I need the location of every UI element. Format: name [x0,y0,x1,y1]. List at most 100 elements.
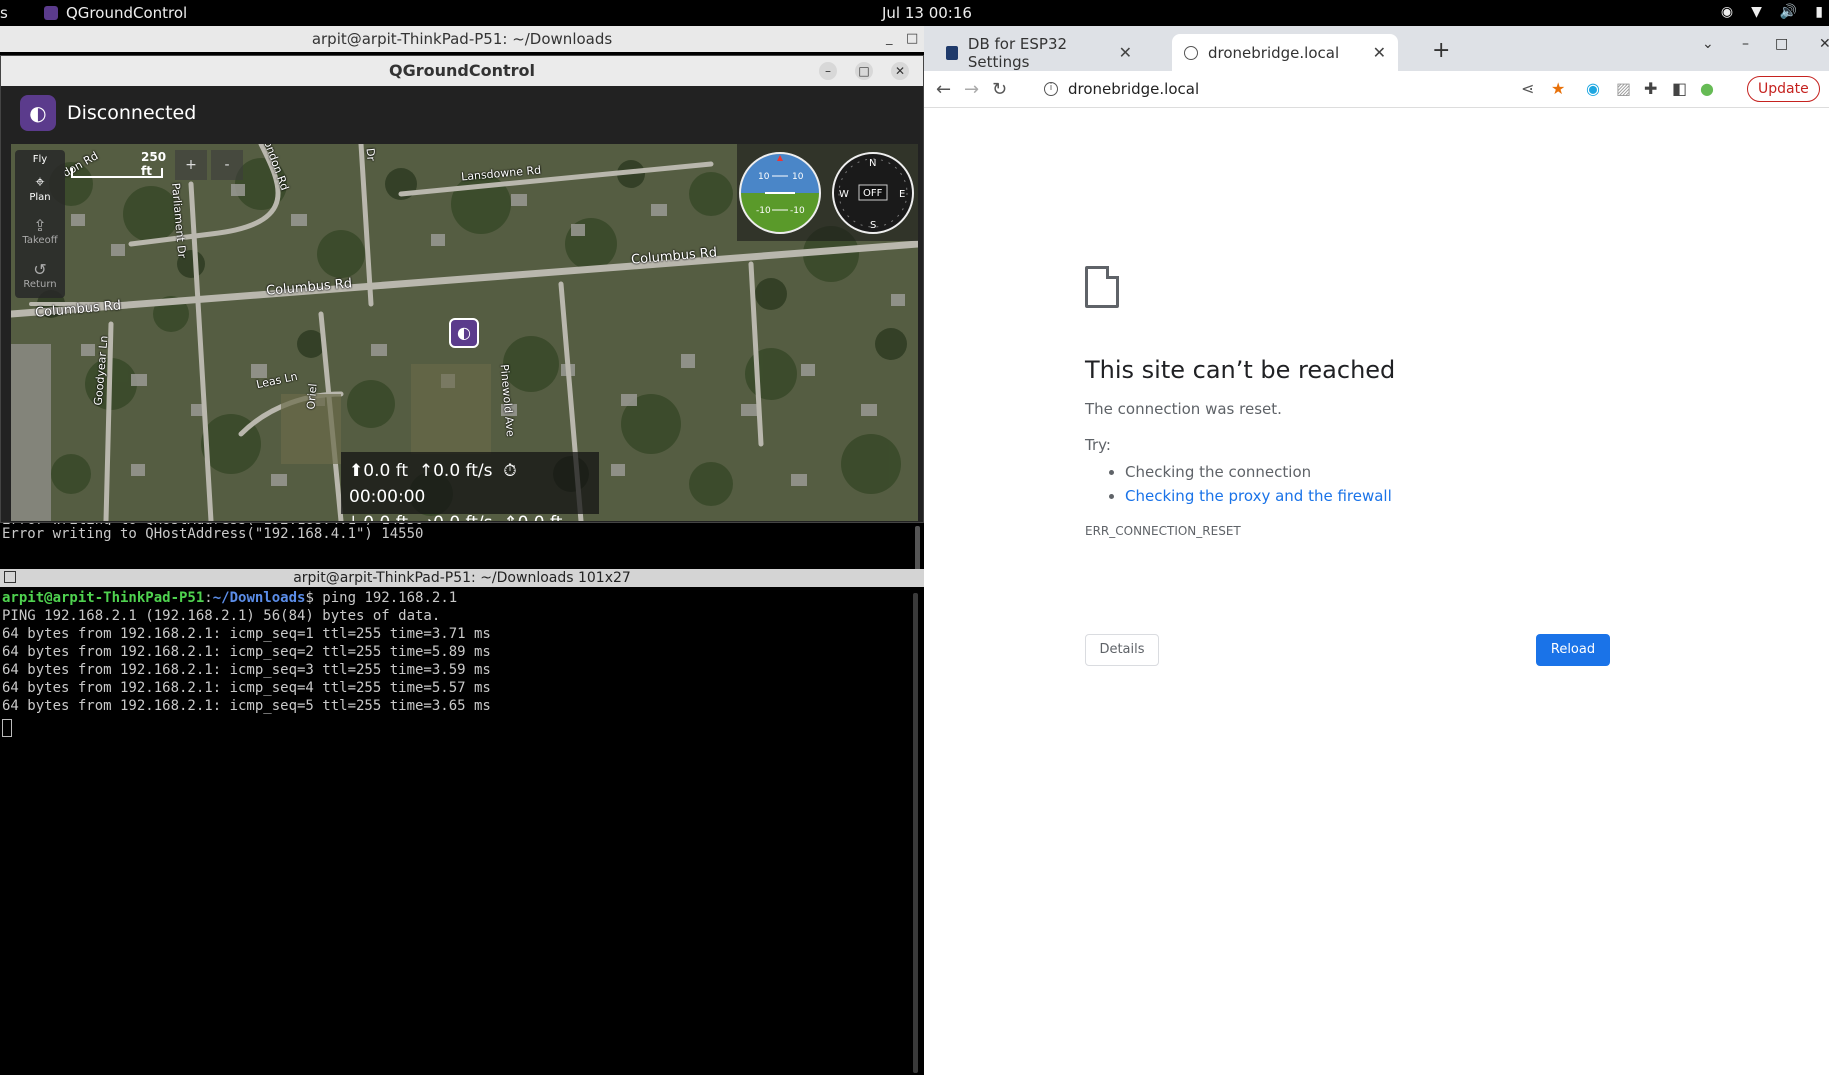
url-text: dronebridge.local [1068,80,1200,98]
error-page: This site can’t be reached The connectio… [1085,266,1685,666]
return-icon: ↺ [33,260,47,279]
terminal-titlebar[interactable]: arpit@arpit-ThinkPad-P51: ~/Downloads _ … [0,26,924,52]
minimize-icon[interactable]: _ [886,26,893,52]
error-message: The connection was reset. [1085,400,1282,418]
qgc-toolbar: ◐ Disconnected [1,86,923,139]
globe-favicon-icon [1184,45,1198,60]
attitude-pitch-label: -10 [790,206,805,216]
suggestion-item: Checking the connection [1125,460,1685,484]
update-button[interactable]: Update [1747,76,1820,102]
extension-icon[interactable]: ◉ [1586,79,1600,98]
zoom-in-button[interactable]: + [175,150,207,180]
side-panel-icon[interactable]: ◧ [1672,79,1687,98]
connection-status[interactable]: Disconnected [67,102,196,124]
map-view[interactable]: Columbus Rd Columbus Rd Columbus Rd Lans… [11,144,918,521]
error-title: This site can’t be reached [1085,356,1396,384]
minimize-button[interactable]: – [819,62,837,80]
battery-icon: ▮ [1815,4,1823,20]
system-tray[interactable]: ◉ ▼ 🔊 ▮ [1721,4,1823,20]
compass-status: OFF [863,188,883,199]
prompt-command: $ ping 192.168.2.1 [305,590,458,606]
volume-icon: 🔊 [1779,4,1798,20]
close-button[interactable]: ✕ [891,62,909,80]
fly-label: Fly [32,154,48,165]
clock[interactable]: Jul 13 00:16 [882,4,972,22]
road-label: Dr [363,147,378,162]
compass-south: S [870,220,876,231]
instrument-graphics: 10 10 -10 -10 N S E W OFF [739,152,914,234]
terminal-title: arpit@arpit-ThinkPad-P51: ~/Downloads 10… [293,570,631,586]
try-label: Try: [1085,436,1111,454]
site-info-icon[interactable]: i [1044,82,1058,96]
plan-icon: ⌖ [35,172,45,191]
takeoff-icon: ⇪ [33,216,47,235]
ground-speed-value: 0.0 ft/s [433,513,492,521]
close-icon[interactable]: ✕ [1373,43,1386,62]
return-tool[interactable]: ↺ Return [15,256,65,300]
plan-toolstrip: Fly ⌖ Plan ⇪ Takeoff ↺ Return [15,150,65,298]
details-button[interactable]: Details [1085,634,1159,666]
tab-search-icon[interactable]: ⌄ [1702,36,1714,52]
browser-window[interactable]: DB for ESP32 Settings ✕ dronebridge.loca… [924,26,1829,1075]
zoom-controls: + - [175,150,247,180]
tab-db-esp32[interactable]: DB for ESP32 Settings ✕ [934,34,1144,71]
reload-icon[interactable]: ↻ [992,79,1007,100]
timer-icon: ⏱ [503,461,517,481]
return-label: Return [23,279,57,290]
maximize-icon[interactable]: □ [906,26,918,52]
takeoff-label: Takeoff [22,235,58,246]
maximize-button[interactable]: □ [855,62,873,80]
terminal-line: 64 bytes from 192.168.2.1: icmp_seq=3 tt… [2,662,491,678]
minimize-icon[interactable]: – [1742,36,1749,52]
desktop: s QGroundControl Jul 13 00:16 ◉ ▼ 🔊 ▮ ar… [0,0,1829,1075]
terminal-scrollbar[interactable] [913,593,918,1073]
climb-rate-icon: ↑ [418,461,434,481]
prompt-user: arpit@arpit-ThinkPad-P51 [2,590,205,606]
tab-dronebridge[interactable]: dronebridge.local ✕ [1172,34,1398,71]
puzzle-icon[interactable]: ✚ [1644,79,1657,98]
url-field[interactable]: i dronebridge.local [1044,80,1199,98]
flight-time-value: 00:00:00 [349,487,426,507]
road-label: Oriel [304,382,320,411]
share-icon[interactable]: ⋖ [1521,79,1534,98]
forward-icon[interactable]: → [964,79,979,100]
tab-title: dronebridge.local [1208,43,1340,62]
active-app-name: QGroundControl [66,4,188,22]
vehicle-marker-icon[interactable]: ◐ [449,318,479,348]
terminal-window-front[interactable]: arpit@arpit-ThinkPad-P51: ~/Downloads 10… [0,569,924,1075]
altitude-value: 0.0 ft [363,461,409,481]
terminal-cursor [2,719,12,737]
qgroundcontrol-window[interactable]: QGroundControl – □ ✕ ◐ Disconnected Colu… [0,55,924,523]
zoom-out-button[interactable]: - [211,150,243,180]
terminal-output: arpit@arpit-ThinkPad-P51:~/Downloads$ pi… [2,590,491,714]
reload-button[interactable]: Reload [1536,634,1610,666]
suggestion-list: Checking the connection Checking the pro… [1125,460,1685,508]
activities-label[interactable]: s [0,4,8,22]
qgc-titlebar[interactable]: QGroundControl – □ ✕ [1,56,923,86]
qgc-logo-icon[interactable]: ◐ [20,94,56,131]
home-altitude-value: 0.0 ft [518,513,563,521]
close-icon[interactable]: ✕ [1819,36,1829,52]
proxy-firewall-link[interactable]: Checking the proxy and the firewall [1125,487,1392,505]
active-app-indicator[interactable]: QGroundControl [44,4,187,22]
close-icon[interactable]: ✕ [1119,43,1132,62]
address-bar: ← → ↻ i dronebridge.local ⋖ ★ ◉ ▨ ✚ ◧ ● … [924,71,1829,108]
tab-title: DB for ESP32 Settings [967,34,1068,71]
plan-tool[interactable]: ⌖ Plan [15,168,65,212]
terminal-titlebar[interactable]: arpit@arpit-ThinkPad-P51: ~/Downloads 10… [0,569,924,587]
terminal-line: PING 192.168.2.1 (192.168.2.1) 56(84) by… [2,608,441,624]
extension-icon[interactable]: ▨ [1616,79,1631,98]
bookmark-star-icon[interactable]: ★ [1551,79,1565,98]
instrument-panel: 10 10 -10 -10 N S E W OFF [737,144,918,241]
profile-avatar[interactable]: ● [1700,79,1714,98]
back-icon[interactable]: ← [936,79,951,100]
takeoff-tool[interactable]: ⇪ Takeoff [15,212,65,256]
qgc-app-icon [44,6,58,20]
altitude-icon: ⬆ [349,461,364,481]
prompt-path: ~/Downloads [212,590,306,606]
maximize-icon[interactable]: □ [1775,36,1788,52]
telemetry-row: ↳0.0 ft →0.0 ft/s ⇑0.0 ft [349,510,591,521]
new-tab-button[interactable]: + [1432,38,1450,63]
sad-document-icon [1085,266,1119,308]
terminal-line: 64 bytes from 192.168.2.1: icmp_seq=4 tt… [2,680,491,696]
